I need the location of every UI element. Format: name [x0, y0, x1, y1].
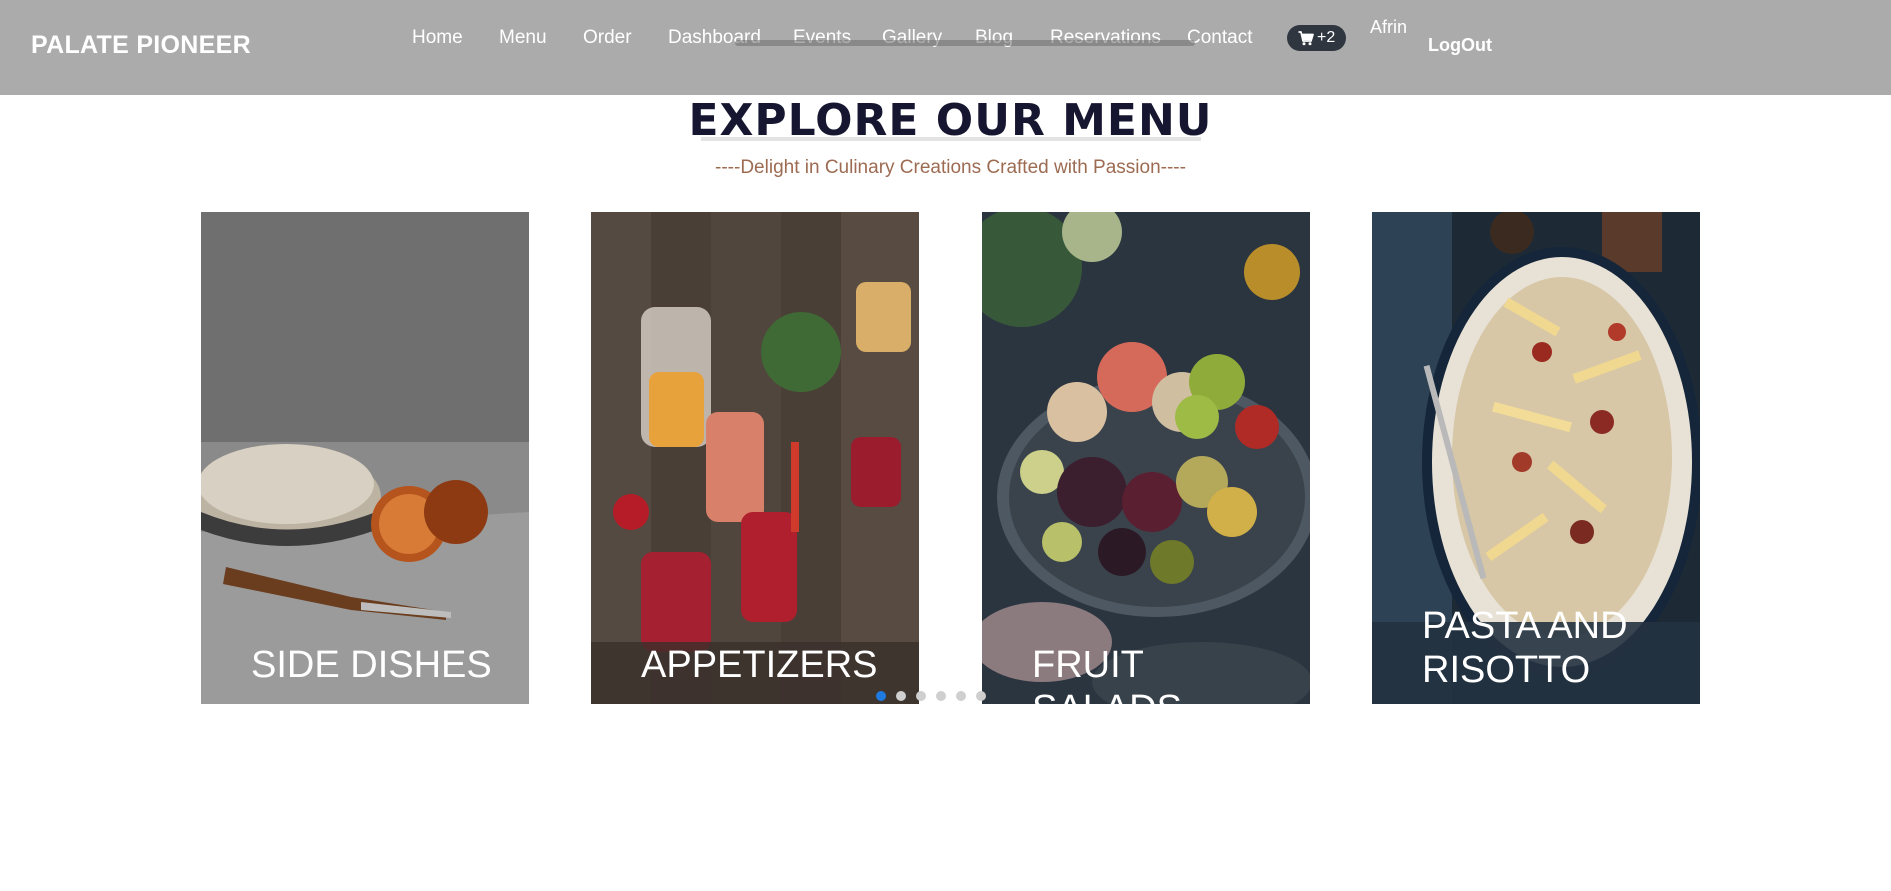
- carousel-pagination: [876, 691, 986, 701]
- carousel-dot-6[interactable]: [976, 691, 986, 701]
- side-dishes-image: [201, 212, 529, 704]
- carousel-dot-1[interactable]: [876, 691, 886, 701]
- nav-contact[interactable]: Contact: [1187, 27, 1252, 49]
- section-subtitle: ----Delight in Culinary Creations Crafte…: [715, 157, 1186, 178]
- brand-logo[interactable]: PALATE PIONEER: [31, 31, 251, 60]
- navbar: PALATE PIONEER Home Menu Order Dashboard…: [0, 0, 1891, 95]
- appetizers-image: [591, 212, 919, 704]
- carousel-dot-4[interactable]: [936, 691, 946, 701]
- carousel-dot-3[interactable]: [916, 691, 926, 701]
- card-label: PASTA AND RISOTTO: [1422, 605, 1628, 691]
- menu-card-side-dishes[interactable]: SIDE DISHES: [201, 212, 529, 704]
- nav-order[interactable]: Order: [583, 27, 632, 49]
- cart-button[interactable]: +2: [1287, 25, 1347, 51]
- menu-card-fruit-salads[interactable]: FRUIT SALADS: [982, 212, 1310, 704]
- cart-count-badge: +2: [1317, 29, 1336, 46]
- logout-link[interactable]: LogOut: [1428, 35, 1492, 56]
- user-name: Afrin: [1370, 17, 1408, 37]
- carousel-dot-5[interactable]: [956, 691, 966, 701]
- card-label: SIDE DISHES: [251, 644, 492, 686]
- cart-icon: [1298, 30, 1314, 46]
- carousel-dot-2[interactable]: [896, 691, 906, 701]
- menu-card-appetizers[interactable]: APPETIZERS: [591, 212, 919, 704]
- card-label: APPETIZERS: [641, 644, 878, 686]
- nav-divider: [735, 40, 1195, 46]
- card-label: FRUIT SALADS: [1032, 644, 1182, 704]
- nav-home[interactable]: Home: [412, 27, 463, 49]
- fruit-salads-image: [982, 212, 1310, 704]
- nav-menu[interactable]: Menu: [499, 27, 547, 49]
- menu-card-pasta-risotto[interactable]: PASTA AND RISOTTO: [1372, 212, 1700, 704]
- section-title: EXPLORE OUR MENU: [688, 95, 1213, 147]
